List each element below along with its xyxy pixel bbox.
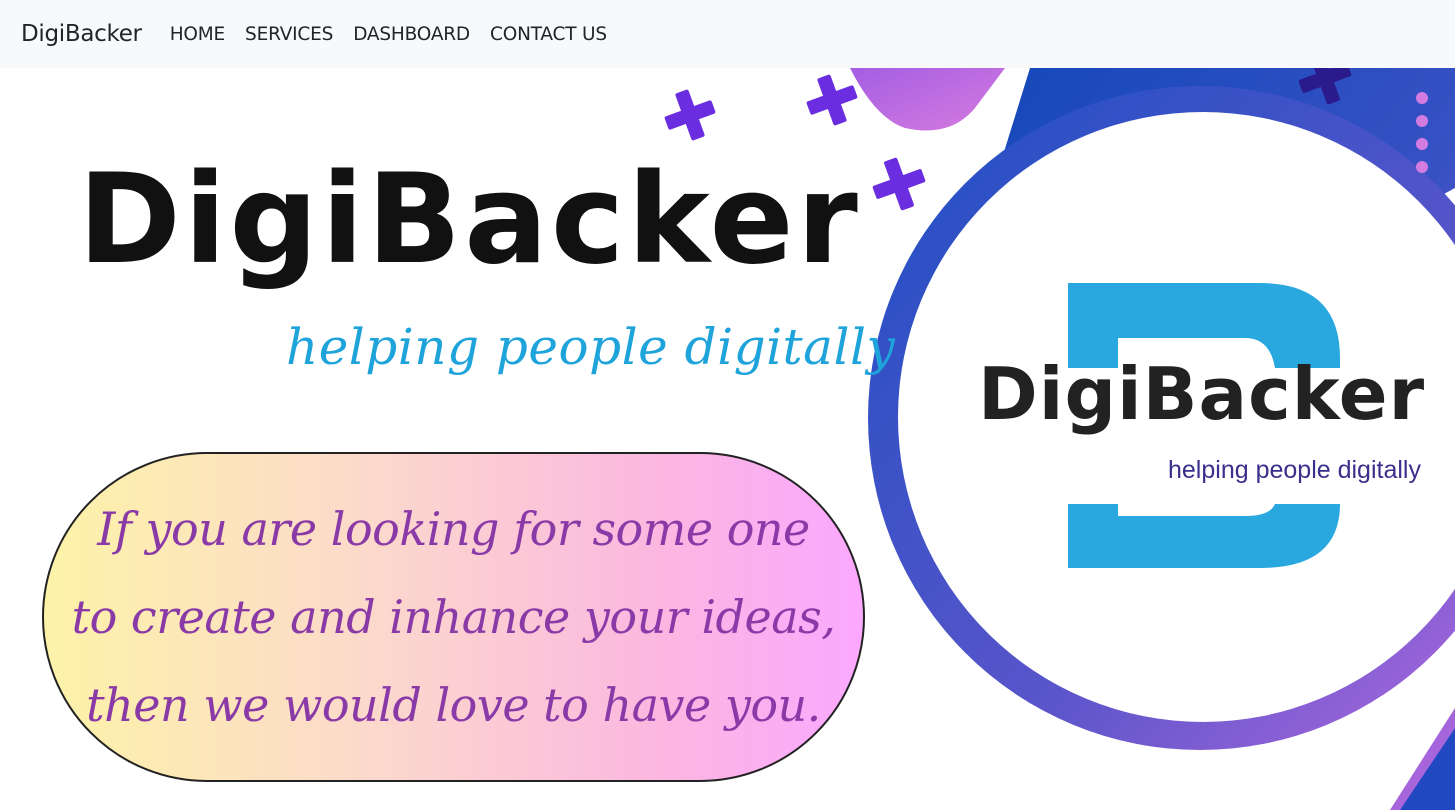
badge-d-logo xyxy=(1068,283,1340,568)
nav-links: HOME SERVICES DASHBOARD CONTACT US xyxy=(160,24,617,45)
badge-subtitle: helping people digitally xyxy=(1168,456,1421,484)
nav-services-link[interactable]: SERVICES xyxy=(235,24,343,45)
nav-home-link[interactable]: HOME xyxy=(160,24,235,45)
navbar: DigiBacker HOME SERVICES DASHBOARD CONTA… xyxy=(0,0,1455,68)
badge-title: DigiBacker xyxy=(978,352,1426,436)
nav-dashboard-link[interactable]: DASHBOARD xyxy=(343,24,480,45)
nav-contact-link[interactable]: CONTACT US xyxy=(480,24,617,45)
brand-link[interactable]: DigiBacker xyxy=(21,21,142,47)
hero-banner: DigiBacker helping people digitally If y… xyxy=(0,68,1455,810)
